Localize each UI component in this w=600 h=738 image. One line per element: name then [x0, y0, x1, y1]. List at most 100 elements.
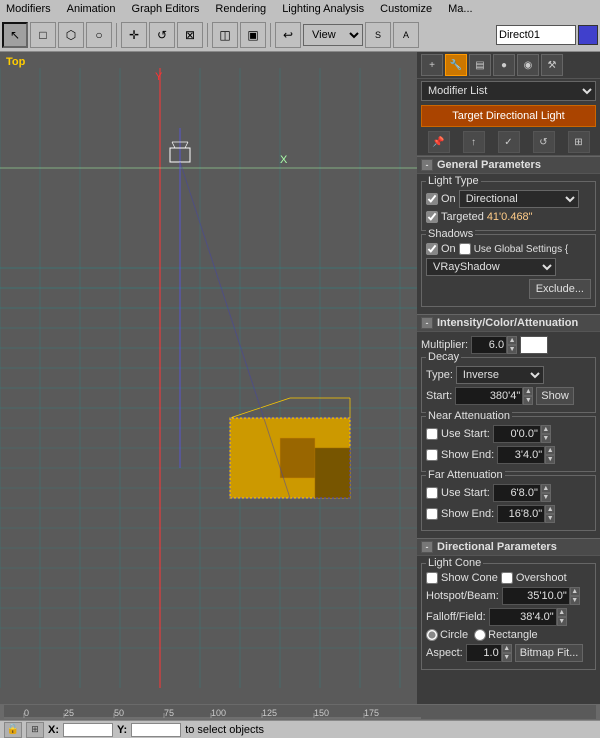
sub-icon-4[interactable]: ↺ — [533, 131, 555, 153]
targeted-checkbox[interactable] — [426, 211, 438, 223]
far-end-down[interactable]: ▼ — [545, 514, 555, 523]
utilities-panel-button[interactable]: ⚒ — [541, 54, 563, 76]
modify-panel-button[interactable]: 🔧 — [445, 54, 467, 76]
object-color-swatch[interactable] — [578, 25, 598, 45]
rect-select-button[interactable]: □ — [30, 22, 56, 48]
intensity-collapse-button[interactable]: - — [421, 317, 433, 329]
menu-lighting-analysis[interactable]: Lighting Analysis — [280, 3, 366, 15]
select-tool-button[interactable]: ↖ — [2, 22, 28, 48]
display-panel-button[interactable]: ◉ — [517, 54, 539, 76]
snap-button[interactable]: S — [365, 22, 391, 48]
far-end-input[interactable] — [497, 505, 545, 523]
light-type-dropdown[interactable]: Directional — [459, 190, 579, 208]
modifier-list-dropdown[interactable]: Modifier List — [421, 81, 596, 101]
angle-snap-button[interactable]: A — [393, 22, 419, 48]
far-use-checkbox[interactable] — [426, 487, 438, 499]
motion-panel-button[interactable]: ● — [493, 54, 515, 76]
near-show-checkbox[interactable] — [426, 449, 438, 461]
general-params-header[interactable]: - General Parameters — [417, 156, 600, 174]
menu-animation[interactable]: Animation — [65, 3, 118, 15]
far-start-down[interactable]: ▼ — [541, 493, 551, 502]
directional-collapse-button[interactable]: - — [421, 541, 433, 553]
decay-start-up[interactable]: ▲ — [523, 387, 533, 396]
falloff-input[interactable] — [489, 608, 557, 626]
near-use-checkbox[interactable] — [426, 428, 438, 440]
decay-type-dropdown[interactable]: Inverse — [456, 366, 544, 384]
circle-radio[interactable] — [426, 629, 438, 641]
overshoot-checkbox[interactable] — [501, 572, 513, 584]
light-on-checkbox[interactable] — [426, 193, 438, 205]
near-end-input[interactable] — [497, 446, 545, 464]
bitmap-fit-button[interactable]: Bitmap Fit... — [515, 644, 584, 662]
decay-show-button[interactable]: Show — [536, 387, 574, 405]
menu-rendering[interactable]: Rendering — [213, 3, 268, 15]
near-end-down[interactable]: ▼ — [545, 455, 555, 464]
circle-select-button[interactable]: ○ — [86, 22, 112, 48]
hotspot-up[interactable]: ▲ — [570, 587, 580, 596]
lock-button[interactable]: 🔒 — [4, 722, 22, 738]
multiplier-down[interactable]: ▼ — [507, 345, 517, 354]
hotspot-down[interactable]: ▼ — [570, 596, 580, 605]
aspect-up[interactable]: ▲ — [502, 644, 512, 653]
grid-button[interactable]: ⊞ — [26, 722, 44, 738]
multiplier-input[interactable] — [471, 336, 507, 354]
viewport[interactable]: Top — [0, 52, 417, 704]
show-cone-checkbox[interactable] — [426, 572, 438, 584]
light-color-swatch[interactable] — [520, 336, 548, 354]
undo-button[interactable]: ↩ — [275, 22, 301, 48]
far-show-checkbox[interactable] — [426, 508, 438, 520]
menu-graph-editors[interactable]: Graph Editors — [130, 3, 202, 15]
general-params-title: General Parameters — [437, 159, 541, 171]
sub-icon-5[interactable]: ⊞ — [568, 131, 590, 153]
near-end-up[interactable]: ▲ — [545, 446, 555, 455]
near-attenuation-label: Near Attenuation — [426, 410, 512, 422]
far-start-input[interactable] — [493, 484, 541, 502]
align-button[interactable]: ▣ — [240, 22, 266, 48]
near-start-input[interactable] — [493, 425, 541, 443]
sub-icon-2[interactable]: ↑ — [463, 131, 485, 153]
multiplier-up[interactable]: ▲ — [507, 336, 517, 345]
decay-start-input[interactable] — [455, 387, 523, 405]
far-end-up[interactable]: ▲ — [545, 505, 555, 514]
mirror-button[interactable]: ◫ — [212, 22, 238, 48]
light-type-label: Light Type — [426, 175, 481, 187]
hierarchy-panel-button[interactable]: ▤ — [469, 54, 491, 76]
shadow-type-dropdown[interactable]: VRayShadow — [426, 258, 556, 276]
hotspot-input[interactable] — [502, 587, 570, 605]
pin-stack-button[interactable]: 📌 — [428, 131, 450, 153]
directional-params-header[interactable]: - Directional Parameters — [417, 538, 600, 556]
falloff-up[interactable]: ▲ — [557, 608, 567, 617]
y-coord-input[interactable] — [131, 723, 181, 737]
general-collapse-button[interactable]: - — [421, 159, 433, 171]
aspect-input[interactable] — [466, 644, 502, 662]
x-coord-input[interactable] — [63, 723, 113, 737]
circle-radio-label[interactable]: Circle — [426, 629, 468, 641]
multiplier-spinner-group: ▲ ▼ — [471, 336, 517, 354]
move-button[interactable]: ✛ — [121, 22, 147, 48]
decay-start-down[interactable]: ▼ — [523, 396, 533, 405]
shadows-on-checkbox[interactable] — [426, 243, 438, 255]
aspect-down[interactable]: ▼ — [502, 653, 512, 662]
menu-more[interactable]: Ma... — [446, 3, 474, 15]
near-start-up[interactable]: ▲ — [541, 425, 551, 434]
menu-customize[interactable]: Customize — [378, 3, 434, 15]
near-start-down[interactable]: ▼ — [541, 434, 551, 443]
rectangle-radio-label[interactable]: Rectangle — [474, 629, 538, 641]
x-coord-label: X: — [48, 724, 59, 736]
fence-select-button[interactable]: ⬡ — [58, 22, 84, 48]
far-start-up[interactable]: ▲ — [541, 484, 551, 493]
falloff-spinner-group: ▲ ▼ — [489, 608, 567, 626]
scale-button[interactable]: ⊠ — [177, 22, 203, 48]
view-dropdown[interactable]: View — [303, 24, 363, 46]
use-global-checkbox[interactable] — [459, 243, 471, 255]
create-panel-button[interactable]: + — [421, 54, 443, 76]
target-directional-button[interactable]: Target Directional Light — [421, 105, 596, 127]
sub-icon-3[interactable]: ✓ — [498, 131, 520, 153]
exclude-button[interactable]: Exclude... — [529, 279, 591, 299]
falloff-down[interactable]: ▼ — [557, 617, 567, 626]
menu-modifiers[interactable]: Modifiers — [4, 3, 53, 15]
rectangle-radio[interactable] — [474, 629, 486, 641]
intensity-header[interactable]: - Intensity/Color/Attenuation — [417, 314, 600, 332]
rotate-button[interactable]: ↺ — [149, 22, 175, 48]
object-name-input[interactable] — [496, 25, 576, 45]
